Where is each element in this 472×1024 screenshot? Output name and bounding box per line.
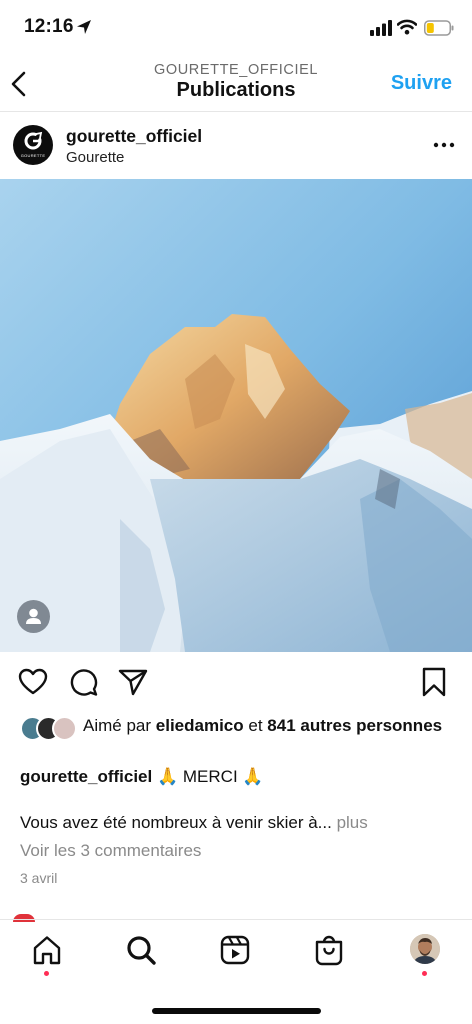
- liker-username[interactable]: eliedamico: [156, 716, 244, 735]
- caption-text: MERCI: [182, 767, 238, 786]
- view-comments-link[interactable]: Voir les 3 commentaires: [20, 841, 201, 861]
- likes-prefix: Aimé par: [83, 716, 152, 735]
- share-icon[interactable]: [118, 668, 148, 696]
- likes-others[interactable]: 841 autres personnes: [267, 716, 442, 735]
- mountain-photo: [0, 179, 472, 652]
- caption: gourette_officiel 🙏 MERCI 🙏: [20, 766, 460, 788]
- wifi-icon: [397, 19, 417, 35]
- post-username[interactable]: gourette_officiel: [66, 126, 202, 147]
- post-date: 3 avril: [20, 870, 58, 886]
- liker-avatars[interactable]: [20, 716, 78, 741]
- home-notification-dot: [44, 971, 49, 976]
- shop-icon[interactable]: [313, 932, 345, 966]
- post-image[interactable]: [0, 179, 472, 652]
- caption-emoji: 🙏: [156, 767, 179, 786]
- likes-summary[interactable]: Aimé par eliedamico et 841 autres person…: [83, 715, 463, 736]
- location-arrow-icon: [77, 20, 91, 34]
- home-indicator[interactable]: [152, 1008, 321, 1014]
- caption-preview: Vous avez été nombreux à venir skier à..…: [20, 813, 332, 832]
- profile-notification-dot: [422, 971, 427, 976]
- gourette-logo-icon: [24, 131, 43, 150]
- profile-photo: [410, 934, 440, 964]
- post-avatar[interactable]: GOURETTE: [13, 125, 53, 165]
- liker-avatar: [52, 716, 77, 741]
- battery-icon: [424, 20, 454, 36]
- person-icon: [26, 608, 41, 624]
- tab-bar-divider: [0, 919, 472, 920]
- bookmark-icon[interactable]: [421, 667, 447, 697]
- caption-more-link[interactable]: plus: [337, 813, 368, 832]
- caption-emoji: 🙏: [242, 767, 264, 786]
- tagged-users-button[interactable]: [17, 600, 50, 633]
- home-icon[interactable]: [31, 934, 63, 966]
- caption-body: Vous avez été nombreux à venir skier à..…: [20, 812, 460, 834]
- caption-author[interactable]: gourette_officiel: [20, 767, 152, 786]
- signal-icon: [370, 20, 392, 36]
- next-post-avatar: [13, 914, 35, 922]
- likes-connector: et: [248, 716, 263, 735]
- follow-button[interactable]: Suivre: [391, 72, 452, 95]
- heart-icon[interactable]: [18, 668, 48, 696]
- comment-icon[interactable]: [69, 668, 98, 697]
- profile-avatar[interactable]: [410, 934, 440, 964]
- status-time: 12:16: [24, 16, 74, 37]
- avatar-wordmark: GOURETTE: [20, 153, 46, 158]
- header-divider: [0, 111, 472, 112]
- reels-icon[interactable]: [219, 934, 251, 966]
- post-location[interactable]: Gourette: [66, 149, 124, 166]
- more-horizontal-icon[interactable]: [432, 140, 456, 150]
- search-icon[interactable]: [125, 934, 157, 966]
